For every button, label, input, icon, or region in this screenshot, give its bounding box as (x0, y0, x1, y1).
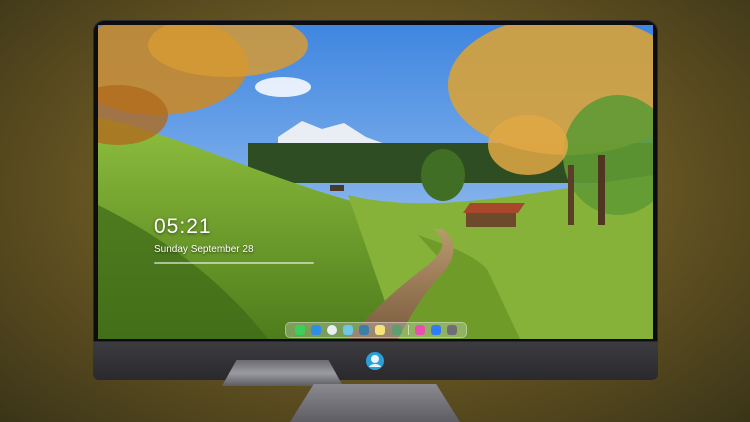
messages-icon[interactable] (295, 325, 306, 335)
monitor-stand-base (290, 384, 460, 422)
dock-separator (407, 325, 409, 335)
lock-screen-time: 05:21 (154, 215, 212, 238)
calendar-icon[interactable] (359, 325, 370, 335)
lock-screen-date: Sunday September 28 (154, 244, 254, 255)
camera-icon[interactable] (446, 325, 457, 335)
desktop-screen[interactable]: 05:21 Sunday September 28 (98, 25, 653, 339)
preview-icon[interactable] (391, 325, 402, 335)
notes-icon[interactable] (375, 325, 386, 335)
music-icon[interactable] (414, 325, 425, 335)
finder-icon[interactable] (311, 325, 322, 335)
monitor-bezel: 05:21 Sunday September 28 (93, 20, 658, 342)
app-store-icon[interactable] (430, 325, 441, 335)
wallpaper-landscape (98, 25, 653, 339)
photos-icon[interactable] (343, 325, 354, 335)
monitor-chin (93, 342, 658, 380)
safari-icon[interactable] (327, 325, 338, 335)
lock-screen-message (154, 262, 314, 265)
monitor: 05:21 Sunday September 28 (93, 20, 658, 382)
dock (285, 322, 467, 338)
monitor-stand-neck (222, 360, 343, 386)
brand-logo-icon (366, 352, 384, 370)
